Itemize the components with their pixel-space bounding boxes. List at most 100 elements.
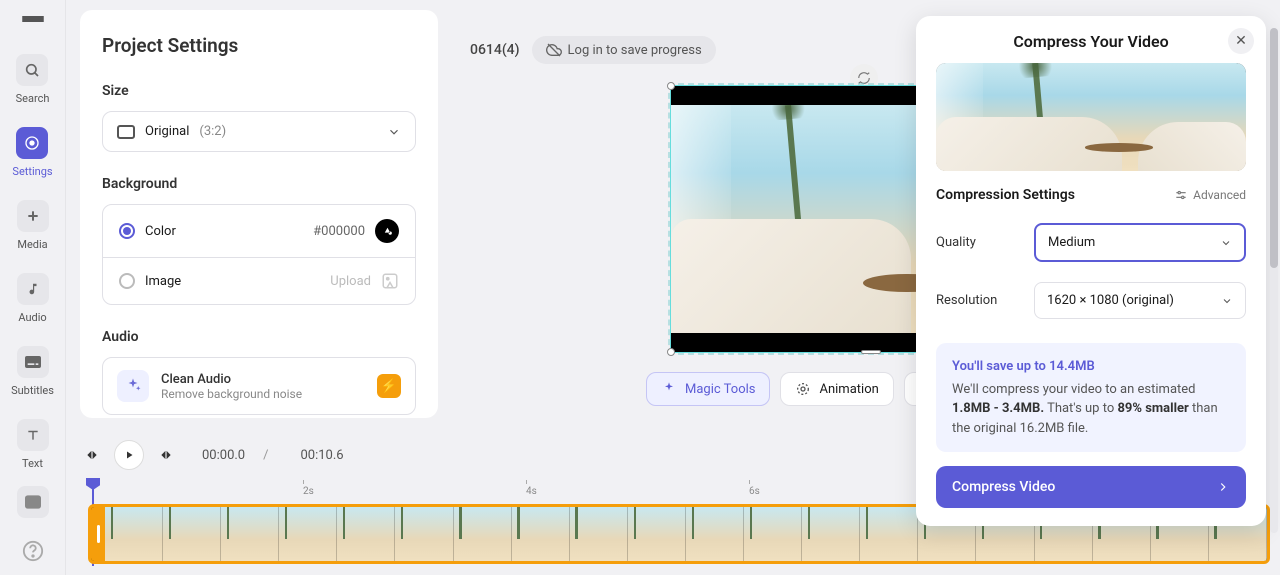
rail-search[interactable]: Search bbox=[16, 54, 50, 105]
login-prompt[interactable]: Log in to save progress bbox=[532, 36, 716, 64]
size-section-label: Size bbox=[102, 83, 416, 99]
audio-card-title: Clean Audio bbox=[161, 372, 365, 387]
pill-label: Magic Tools bbox=[685, 382, 755, 397]
animation-icon bbox=[795, 381, 811, 397]
canvas-header: 0614(4) Log in to save progress bbox=[470, 36, 716, 64]
rail-label: Settings bbox=[12, 165, 52, 178]
sparkle-icon bbox=[117, 370, 149, 402]
rail-label: Subtitles bbox=[11, 384, 54, 397]
ruler-tick-4s: 4s bbox=[526, 486, 537, 497]
subtitles-icon bbox=[17, 346, 49, 378]
savings-body: We'll compress your video to an estimate… bbox=[952, 380, 1230, 439]
compress-modal: Compress Your Video ✕ Compression Settin… bbox=[916, 16, 1266, 526]
quality-label: Quality bbox=[936, 235, 1020, 250]
time-separator: / bbox=[263, 448, 268, 463]
rail-media[interactable]: Media bbox=[17, 200, 49, 251]
resolution-label: Resolution bbox=[936, 293, 1020, 308]
close-icon: ✕ bbox=[1235, 33, 1247, 49]
resize-handle-tl[interactable] bbox=[667, 82, 675, 90]
rail-help[interactable] bbox=[22, 540, 44, 562]
bg-image-row[interactable]: Image Upload bbox=[103, 258, 415, 304]
text-icon bbox=[17, 419, 49, 451]
ruler-tick-2s: 2s bbox=[303, 486, 314, 497]
audio-card-subtitle: Remove background noise bbox=[161, 387, 365, 401]
rail-audio[interactable]: Audio bbox=[17, 273, 49, 324]
playback-controls: 00:00.0 / 00:10.6 bbox=[80, 440, 344, 470]
ruler-tick-6s: 6s bbox=[749, 486, 760, 497]
quality-select[interactable]: Medium bbox=[1034, 223, 1246, 262]
skip-forward-button[interactable] bbox=[154, 443, 178, 467]
resolution-select[interactable]: 1620 × 1080 (original) bbox=[1034, 282, 1246, 319]
music-note-icon bbox=[17, 273, 49, 305]
bg-section-label: Background bbox=[102, 176, 416, 192]
current-time: 00:00.0 bbox=[202, 448, 245, 463]
upload-icon bbox=[381, 272, 399, 290]
animation-button[interactable]: Animation bbox=[780, 372, 893, 406]
cloud-off-icon bbox=[546, 42, 562, 58]
project-filename[interactable]: 0614(4) bbox=[470, 42, 520, 58]
compress-button[interactable]: Compress Video bbox=[936, 466, 1246, 508]
resize-handle-bl[interactable] bbox=[667, 348, 675, 356]
login-text: Log in to save progress bbox=[568, 43, 702, 58]
advanced-toggle[interactable]: Advanced bbox=[1174, 188, 1246, 202]
rail-label: Search bbox=[16, 92, 50, 105]
background-options: Color #000000 Image Upload bbox=[102, 204, 416, 305]
advanced-label: Advanced bbox=[1193, 188, 1246, 202]
rail-subtitles[interactable]: Subtitles bbox=[11, 346, 54, 397]
close-button[interactable]: ✕ bbox=[1228, 28, 1254, 54]
upload-label: Upload bbox=[330, 274, 371, 289]
chevron-down-icon bbox=[1220, 237, 1232, 249]
hamburger-menu[interactable] bbox=[22, 16, 44, 22]
size-ratio: (3:2) bbox=[199, 124, 226, 139]
compress-label: Compress Video bbox=[952, 479, 1055, 495]
wand-icon bbox=[661, 381, 677, 397]
chevron-down-icon bbox=[387, 125, 401, 139]
clip-trim-left[interactable] bbox=[91, 507, 105, 561]
card-icon bbox=[17, 486, 49, 518]
rail-label: Audio bbox=[18, 311, 46, 324]
color-code: #000000 bbox=[313, 224, 365, 239]
rail-text[interactable]: Text bbox=[17, 419, 49, 470]
panel-title: Project Settings bbox=[102, 34, 416, 57]
clean-audio-card[interactable]: Clean Audio Remove background noise ⚡ bbox=[102, 357, 416, 415]
color-label: Color bbox=[145, 224, 176, 239]
scrollbar[interactable] bbox=[1270, 28, 1278, 533]
rail-settings[interactable]: Settings bbox=[12, 127, 52, 178]
arrow-right-icon bbox=[1216, 480, 1230, 494]
plus-icon bbox=[17, 200, 49, 232]
radio-checked[interactable] bbox=[119, 223, 135, 239]
modal-title: Compress Your Video bbox=[1013, 32, 1168, 51]
resolution-value: 1620 × 1080 (original) bbox=[1047, 293, 1174, 308]
radio-unchecked[interactable] bbox=[119, 273, 135, 289]
play-button[interactable] bbox=[114, 440, 144, 470]
size-select[interactable]: Original (3:2) bbox=[102, 111, 416, 152]
color-picker-button[interactable] bbox=[375, 219, 399, 243]
help-icon bbox=[22, 540, 44, 562]
rail-label: Media bbox=[17, 238, 47, 251]
pill-label: Animation bbox=[819, 382, 878, 397]
size-value: Original bbox=[145, 124, 189, 139]
image-label: Image bbox=[145, 274, 181, 289]
left-rail: Search Settings Media Audio Subtitles Te… bbox=[0, 0, 66, 575]
aspect-icon bbox=[117, 125, 135, 139]
compression-section-title: Compression Settings bbox=[936, 187, 1075, 203]
quality-value: Medium bbox=[1048, 235, 1095, 250]
skip-back-button[interactable] bbox=[80, 443, 104, 467]
savings-headline: You'll save up to 14.4MB bbox=[952, 357, 1230, 377]
playhead[interactable] bbox=[86, 478, 100, 490]
rail-more[interactable] bbox=[17, 486, 49, 518]
duration: 00:10.6 bbox=[300, 448, 343, 463]
sliders-icon bbox=[1174, 188, 1188, 202]
magic-tools-button[interactable]: Magic Tools bbox=[646, 372, 770, 406]
bolt-icon: ⚡ bbox=[377, 374, 401, 398]
record-icon bbox=[16, 127, 48, 159]
rail-label: Text bbox=[22, 457, 43, 470]
savings-info: You'll save up to 14.4MB We'll compress … bbox=[936, 343, 1246, 452]
audio-section-label: Audio bbox=[102, 329, 416, 345]
settings-panel: Project Settings Size Original (3:2) Bac… bbox=[80, 10, 438, 418]
bg-color-row[interactable]: Color #000000 bbox=[103, 205, 415, 258]
search-icon bbox=[16, 54, 48, 86]
resize-handle-bottom[interactable] bbox=[861, 350, 881, 354]
modal-preview bbox=[936, 63, 1246, 171]
chevron-down-icon bbox=[1221, 295, 1233, 307]
